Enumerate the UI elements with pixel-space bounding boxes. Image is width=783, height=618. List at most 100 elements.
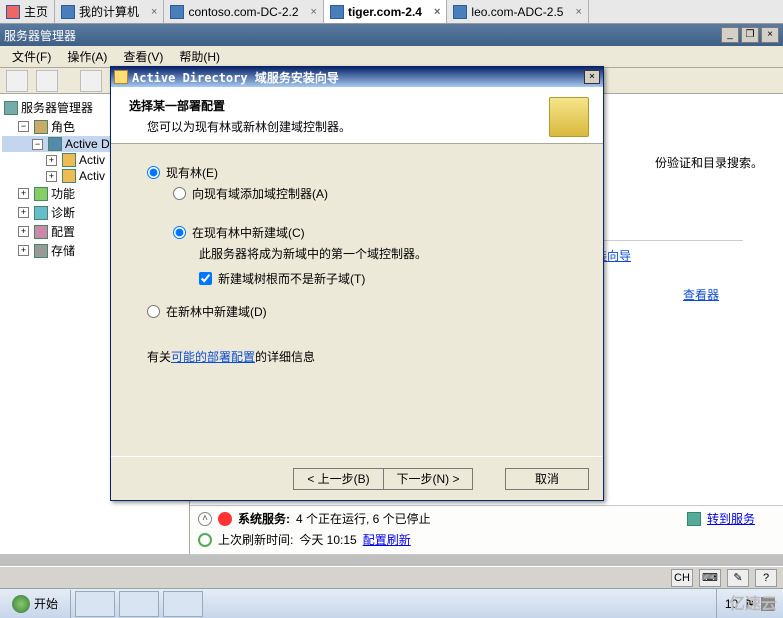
expand-icon[interactable]: +: [46, 171, 57, 182]
ad-wizard-dialog: Active Directory 域服务安装向导 × 选择某一部署配置 您可以为…: [110, 66, 604, 501]
nav-fwd-button[interactable]: [36, 70, 58, 92]
tab-computer[interactable]: 我的计算机 ×: [55, 0, 164, 23]
expand-icon[interactable]: +: [46, 155, 57, 166]
menu-view[interactable]: 查看(V): [117, 46, 169, 67]
expand-icon[interactable]: +: [18, 245, 29, 256]
menu-ops[interactable]: 操作(A): [61, 46, 113, 67]
vm-icon: [453, 5, 467, 19]
taskbar-item[interactable]: [75, 591, 115, 617]
deploy-link-line: 有关可能的部署配置的详细信息: [147, 348, 573, 365]
expand-icon[interactable]: +: [18, 226, 29, 237]
close-button[interactable]: ×: [761, 27, 779, 43]
checkbox-root-tree[interactable]: [199, 272, 212, 285]
wizard-titlebar[interactable]: Active Directory 域服务安装向导 ×: [111, 67, 603, 87]
viewer-link[interactable]: 查看器: [683, 288, 719, 302]
opt-root-tree[interactable]: 新建域树根而不是新子域(T): [199, 270, 573, 287]
wizard-buttons: < 上一步(B) 下一步(N) > 取消: [111, 456, 603, 500]
close-icon[interactable]: ×: [311, 6, 317, 18]
language-bar: CH ⌨ ✎ ?: [0, 566, 783, 588]
ad-icon: [48, 137, 62, 151]
close-icon[interactable]: ×: [434, 6, 440, 18]
menubar: 文件(F) 操作(A) 查看(V) 帮助(H): [0, 46, 783, 68]
tab-label: leo.com-ADC-2.5: [471, 5, 563, 19]
tab-home[interactable]: 主页: [0, 0, 55, 23]
taskbar-item[interactable]: [163, 591, 203, 617]
collapse-icon[interactable]: −: [18, 121, 29, 132]
nav-back-button[interactable]: [6, 70, 28, 92]
config-icon: [34, 225, 48, 239]
wizard-body: 现有林(E) 向现有域添加域控制器(A) 在现有林中新建域(C) 此服务器将成为…: [111, 144, 603, 456]
goto-services-link[interactable]: 转到服务: [707, 510, 755, 527]
services-label: 系统服务:: [238, 510, 290, 527]
wizard-subheading: 您可以为现有林或新林创建域控制器。: [147, 118, 549, 135]
config-refresh-link[interactable]: 配置刷新: [363, 531, 411, 548]
tab-label: contoso.com-DC-2.2: [188, 5, 298, 19]
tab-leo[interactable]: leo.com-ADC-2.5 ×: [447, 0, 588, 23]
opt-new-domain[interactable]: 在现有林中新建域(C): [173, 224, 573, 241]
refresh-icon: [198, 533, 212, 547]
window-title: 服务器管理器: [4, 27, 76, 44]
home-icon: [6, 5, 20, 19]
collapse-icon[interactable]: −: [32, 139, 43, 150]
close-icon[interactable]: ×: [151, 6, 157, 18]
menu-help[interactable]: 帮助(H): [173, 46, 226, 67]
book-icon: [549, 97, 589, 137]
opt-existing-forest[interactable]: 现有林(E): [147, 164, 573, 181]
ime-option-icon[interactable]: ✎: [727, 569, 749, 587]
folder-icon: [62, 169, 76, 183]
wizard-close-button[interactable]: ×: [584, 70, 600, 84]
cancel-button[interactable]: 取消: [505, 468, 589, 490]
roles-icon: [34, 120, 48, 134]
features-icon: [34, 187, 48, 201]
maximize-button[interactable]: ❐: [741, 27, 759, 43]
tab-tiger[interactable]: tiger.com-2.4 ×: [324, 0, 447, 23]
server-icon: [4, 101, 18, 115]
system-tray: 10 ⚑: [716, 589, 783, 618]
lang-ch[interactable]: CH: [671, 569, 693, 587]
content-text: 份验证和目录搜索。: [655, 154, 763, 171]
time-text: 10: [725, 597, 738, 611]
tab-contoso[interactable]: contoso.com-DC-2.2 ×: [164, 0, 323, 23]
menu-file[interactable]: 文件(F): [6, 46, 57, 67]
start-button[interactable]: 开始: [0, 590, 71, 618]
vm-icon: [170, 5, 184, 19]
radio-new-forest[interactable]: [147, 305, 160, 318]
tab-label: tiger.com-2.4: [348, 5, 422, 19]
vm-tabs: 主页 我的计算机 × contoso.com-DC-2.2 × tiger.co…: [0, 0, 783, 24]
folder-icon: [62, 153, 76, 167]
refresh-time: 今天 10:15: [299, 531, 356, 548]
expand-icon[interactable]: +: [18, 207, 29, 218]
radio-new-domain[interactable]: [173, 226, 186, 239]
status-strip: ˄ 系统服务: 4 个正在运行, 6 个已停止 转到服务 上次刷新时间: 今天 …: [190, 505, 783, 555]
close-icon[interactable]: ×: [575, 6, 581, 18]
vm-icon: [330, 5, 344, 19]
expand-icon[interactable]: +: [18, 188, 29, 199]
wizard-heading: 选择某一部署配置: [129, 97, 549, 114]
refresh-label: 上次刷新时间:: [218, 531, 293, 548]
expand-icon[interactable]: ˄: [198, 512, 212, 526]
opt-new-forest[interactable]: 在新林中新建域(D): [147, 303, 573, 320]
tray-icon[interactable]: [761, 597, 775, 611]
radio-existing-forest[interactable]: [147, 166, 160, 179]
radio-add-dc[interactable]: [173, 187, 186, 200]
taskbar-item[interactable]: [119, 591, 159, 617]
ime-help-icon[interactable]: ?: [755, 569, 777, 587]
wizard-header: 选择某一部署配置 您可以为现有林或新林创建域控制器。: [111, 87, 603, 144]
diag-icon: [34, 206, 48, 220]
computer-icon: [61, 5, 75, 19]
new-domain-desc: 此服务器将成为新域中的第一个域控制器。: [199, 245, 573, 262]
services-text: 4 个正在运行, 6 个已停止: [296, 510, 431, 527]
deploy-config-link[interactable]: 可能的部署配置: [171, 350, 255, 364]
error-icon: [218, 512, 232, 526]
taskbar: 开始 10 ⚑: [0, 588, 783, 618]
storage-icon: [34, 244, 48, 258]
opt-add-dc[interactable]: 向现有域添加域控制器(A): [173, 185, 573, 202]
next-button[interactable]: 下一步(N) >: [383, 468, 473, 490]
start-orb-icon: [12, 595, 30, 613]
wizard-icon: [114, 70, 128, 84]
ime-icon[interactable]: ⌨: [699, 569, 721, 587]
flag-icon[interactable]: ⚑: [744, 597, 755, 611]
toolbar-button[interactable]: [80, 70, 102, 92]
minimize-button[interactable]: _: [721, 27, 739, 43]
back-button[interactable]: < 上一步(B): [293, 468, 383, 490]
